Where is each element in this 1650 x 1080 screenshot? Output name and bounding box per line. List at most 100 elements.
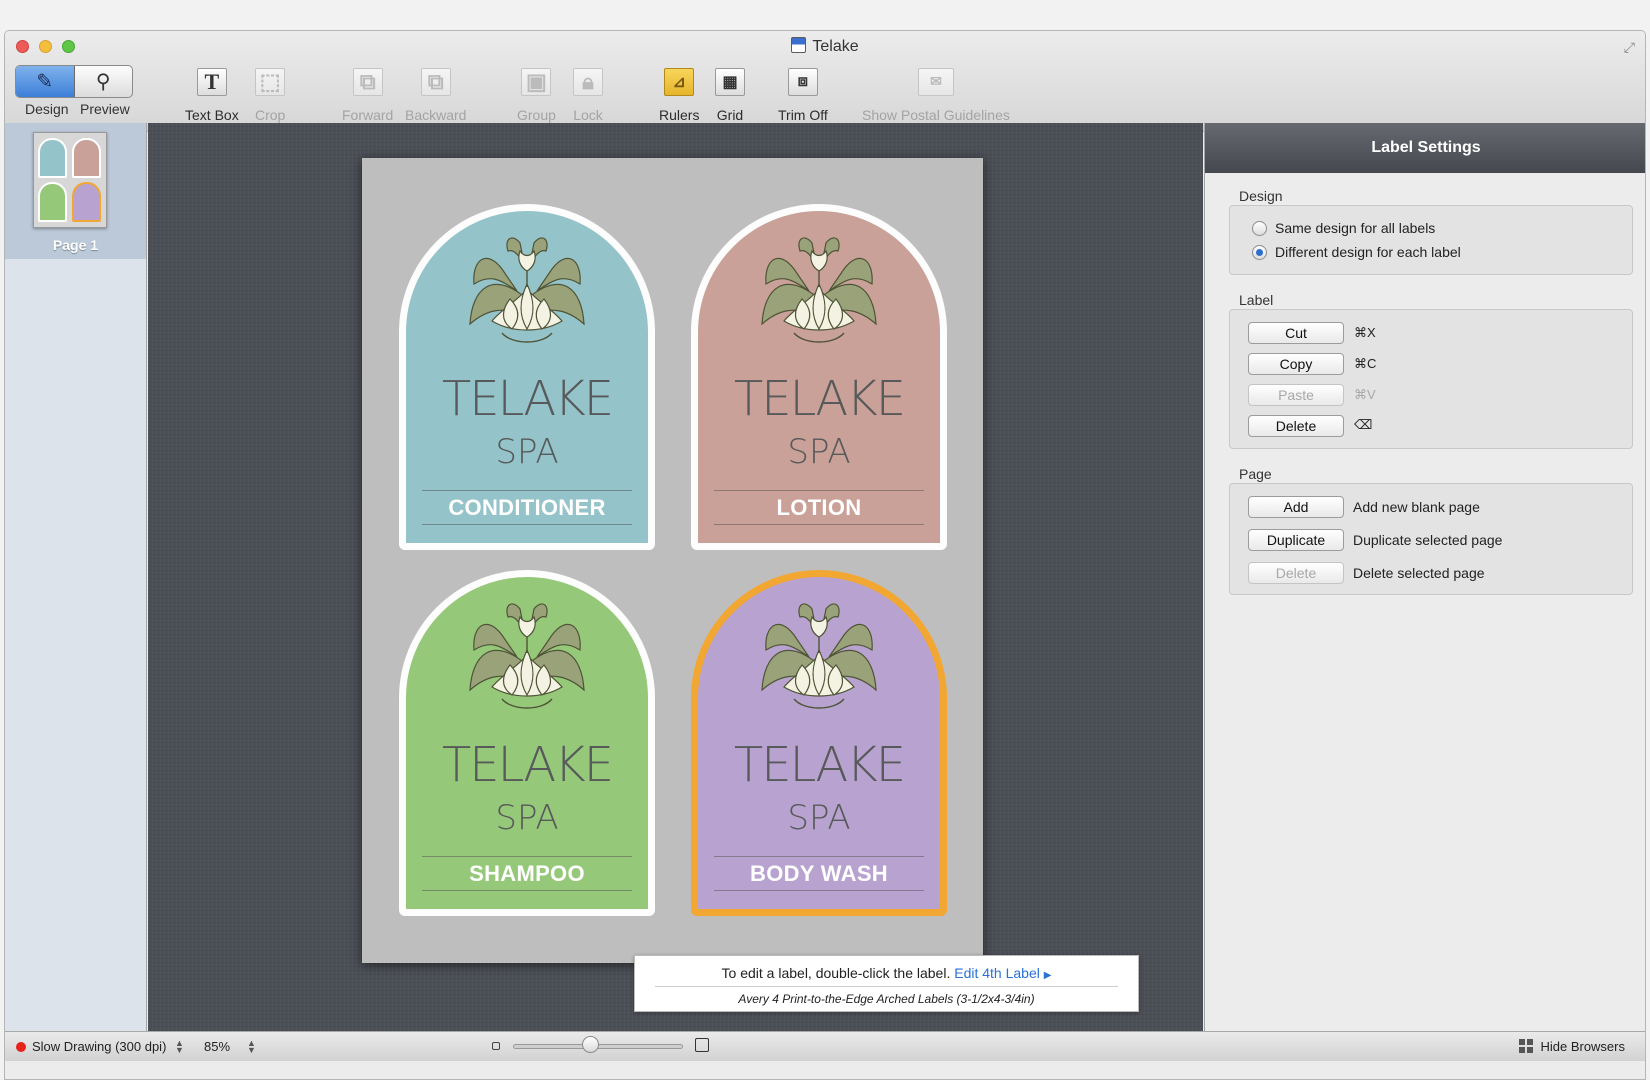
lotus-illustration bbox=[462, 229, 592, 359]
label-card[interactable]: TELAKE SPA CONDITIONER bbox=[399, 204, 655, 550]
label-product-name: SHAMPOO bbox=[469, 861, 585, 886]
design-mode-button[interactable]: ✎ bbox=[16, 66, 75, 97]
paste-button[interactable]: Paste bbox=[1248, 384, 1344, 406]
divider bbox=[422, 524, 632, 525]
template-name: Avery 4 Print-to-the-Edge Arched Labels … bbox=[738, 992, 1035, 1006]
label-card[interactable]: TELAKE SPA BODY WASH bbox=[691, 570, 947, 916]
panel-title: Label Settings bbox=[1205, 123, 1645, 173]
label-group-title: Label bbox=[1239, 292, 1274, 308]
page-thumbnail-item[interactable]: Page 1 bbox=[5, 123, 146, 259]
add-page-button[interactable]: Add bbox=[1248, 496, 1344, 518]
textbox-icon: T bbox=[196, 68, 227, 96]
grid-icon: ▦ bbox=[715, 68, 745, 96]
textbox-tool[interactable]: T Text Box bbox=[185, 67, 239, 123]
crop-tool[interactable]: ⬚ Crop bbox=[255, 67, 285, 123]
label-product-name: LOTION bbox=[776, 495, 862, 520]
label-settings-panel: Label Settings Design Same design for al… bbox=[1204, 123, 1645, 1031]
label-product-name: BODY WASH bbox=[750, 861, 888, 886]
lotus-illustration bbox=[754, 595, 884, 725]
postal-guidelines-tool[interactable]: ✉ Show Postal Guidelines bbox=[862, 67, 1010, 123]
page-browser: Page 1 bbox=[5, 123, 147, 1031]
brush-icon: ✎ bbox=[36, 71, 54, 93]
divider bbox=[714, 856, 924, 857]
magnifier-icon: ⚲ bbox=[95, 71, 111, 93]
copy-shortcut: ⌘C bbox=[1354, 356, 1377, 371]
lock-icon: 🔒︎ bbox=[573, 68, 603, 96]
send-backward-icon: ⧉ bbox=[420, 68, 451, 96]
radio-button-selected[interactable] bbox=[1252, 244, 1267, 260]
label-subtitle: SPA bbox=[495, 432, 559, 472]
app-window: Telake ⤢ ✎ ⚲ Design Preview T Text Box ⬚… bbox=[4, 30, 1646, 1080]
preview-mode-button[interactable]: ⚲ bbox=[75, 66, 133, 97]
hide-browsers-button[interactable]: Hide Browsers bbox=[1519, 1039, 1625, 1054]
label-brand: TELAKE bbox=[733, 371, 906, 427]
zoom-in-icon[interactable] bbox=[695, 1038, 709, 1052]
page-thumbnail bbox=[33, 132, 107, 228]
ruler-icon: ⊿ bbox=[664, 68, 695, 96]
play-arrow-icon: ▶ bbox=[1043, 970, 1052, 981]
zoom-out-icon[interactable] bbox=[492, 1042, 500, 1050]
divider bbox=[714, 890, 924, 891]
duplicate-page-button[interactable]: Duplicate bbox=[1248, 529, 1344, 551]
divider bbox=[714, 524, 924, 525]
browser-grid-icon bbox=[1519, 1039, 1534, 1053]
group-icon: ▣ bbox=[521, 68, 552, 96]
label-subtitle: SPA bbox=[787, 432, 851, 472]
window-title: Telake bbox=[5, 37, 1645, 56]
group-tool[interactable]: ▣ Group bbox=[517, 67, 556, 123]
cut-shortcut: ⌘X bbox=[1354, 325, 1376, 340]
lock-tool[interactable]: 🔒︎ Lock bbox=[573, 67, 603, 123]
delete-label-button[interactable]: Delete bbox=[1248, 415, 1344, 437]
page-group-title: Page bbox=[1239, 466, 1272, 482]
label-subtitle: SPA bbox=[495, 798, 559, 838]
add-page-description: Add new blank page bbox=[1353, 499, 1480, 515]
zoom-slider-knob[interactable] bbox=[582, 1036, 599, 1053]
status-bar: Slow Drawing (300 dpi) ▲ ▼ 85% ▲ ▼ Hide Br… bbox=[5, 1031, 1645, 1061]
label-card[interactable]: TELAKE SPA LOTION bbox=[691, 204, 947, 550]
label-sheet: TELAKE SPA CONDITIONER TELAKE SPA LOTION bbox=[362, 158, 1139, 1012]
delete-page-button[interactable]: Delete bbox=[1248, 562, 1344, 584]
edit-hint-box: To edit a label, double-click the label.… bbox=[634, 955, 1139, 1012]
delete-shortcut: ⌫ bbox=[1354, 417, 1373, 432]
label-product-name: CONDITIONER bbox=[448, 495, 606, 520]
zoom-stepper-icon[interactable]: ▲ ▼ bbox=[247, 1039, 256, 1055]
divider bbox=[714, 490, 924, 491]
paste-shortcut: ⌘V bbox=[1354, 387, 1376, 402]
bring-forward-icon: ⧉ bbox=[352, 68, 383, 96]
rulers-tool[interactable]: ⊿ Rulers bbox=[659, 67, 699, 123]
quality-stepper-icon[interactable]: ▲ ▼ bbox=[175, 1039, 184, 1055]
trim-icon: ⧈ bbox=[787, 68, 818, 96]
divider bbox=[422, 890, 632, 891]
copy-button[interactable]: Copy bbox=[1248, 353, 1344, 375]
divider bbox=[655, 986, 1118, 987]
design-group: Same design for all labels Different des… bbox=[1229, 205, 1633, 275]
mode-segmented-control[interactable]: ✎ ⚲ bbox=[15, 65, 133, 98]
lotus-illustration bbox=[754, 229, 884, 359]
label-brand: TELAKE bbox=[733, 737, 906, 793]
delete-page-description: Delete selected page bbox=[1353, 565, 1485, 581]
different-design-option[interactable]: Different design for each label bbox=[1252, 244, 1461, 260]
label-card[interactable]: TELAKE SPA SHAMPOO bbox=[399, 570, 655, 916]
fullscreen-icon[interactable]: ⤢ bbox=[1624, 39, 1635, 56]
label-brand: TELAKE bbox=[441, 737, 614, 793]
label-subtitle: SPA bbox=[787, 798, 851, 838]
divider bbox=[422, 490, 632, 491]
zoom-level-select[interactable]: 85% bbox=[204, 1039, 230, 1054]
drawing-quality-select[interactable]: Slow Drawing (300 dpi) bbox=[32, 1039, 166, 1054]
label-brand: TELAKE bbox=[441, 371, 614, 427]
same-design-option[interactable]: Same design for all labels bbox=[1252, 220, 1435, 236]
toolbar: Telake ⤢ ✎ ⚲ Design Preview T Text Box ⬚… bbox=[5, 31, 1645, 132]
grid-tool[interactable]: ▦ Grid bbox=[715, 67, 745, 123]
radio-button[interactable] bbox=[1252, 220, 1267, 236]
design-canvas: TELAKE SPA CONDITIONER TELAKE SPA LOTION bbox=[148, 123, 1203, 1031]
forward-tool[interactable]: ⧉ Forward bbox=[342, 67, 393, 123]
cut-button[interactable]: Cut bbox=[1248, 322, 1344, 344]
edit-label-link[interactable]: Edit 4th Label ▶ bbox=[954, 965, 1051, 981]
divider bbox=[422, 856, 632, 857]
backward-tool[interactable]: ⧉ Backward bbox=[405, 67, 466, 123]
trim-off-tool[interactable]: ⧈ Trim Off bbox=[778, 67, 828, 123]
design-group-title: Design bbox=[1239, 188, 1283, 204]
document-icon bbox=[791, 37, 807, 53]
drawing-status-icon bbox=[16, 1042, 26, 1052]
crop-icon: ⬚ bbox=[255, 68, 286, 96]
